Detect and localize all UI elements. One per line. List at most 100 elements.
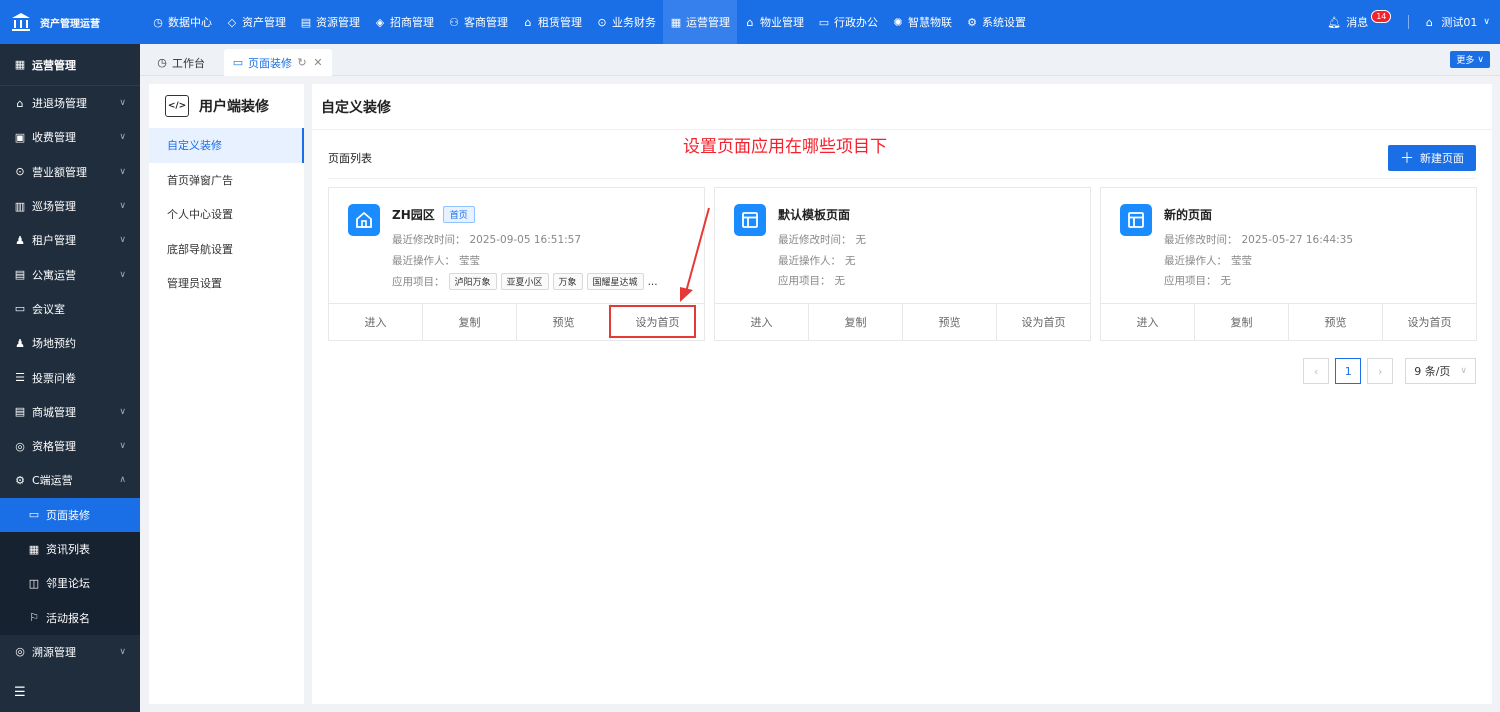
chevron-down-icon[interactable]: ∨ (1483, 17, 1490, 27)
gear-icon: ⚙ (15, 473, 25, 487)
iot-icon: ✺ (893, 15, 903, 29)
sidebar-subitem-forum[interactable]: ◫ 邻里论坛 (0, 566, 140, 601)
nav-data-center[interactable]: ◷ 数据中心 (145, 0, 219, 44)
user-icon: ♟ (15, 336, 25, 350)
divider (1408, 15, 1410, 29)
house-icon: ⌂ (746, 15, 754, 29)
badge-icon: ◎ (15, 439, 25, 453)
monitor-icon: ▭ (14, 302, 26, 316)
app-title: 资产管理运营 (40, 18, 100, 30)
close-icon[interactable]: ✕ (312, 56, 324, 69)
bank-icon: ⌂ (1425, 15, 1433, 29)
page-size-select[interactable]: 9 条/页 ∨ (1405, 358, 1476, 384)
sidebar-item-qualification[interactable]: ◎ 资格管理 ∨ (0, 429, 140, 463)
layout-icon: ▭ (232, 56, 244, 69)
main-content: 自定义装修 设置页面应用在哪些项目下 页面列表 ＋ 新建页面 ZH园区 首页 最… (312, 84, 1492, 704)
map-icon: ▥ (14, 199, 26, 213)
sidebar-item-mall[interactable]: ▤ 商城管理 ∨ (0, 395, 140, 429)
tab-workbench[interactable]: ◷ 工作台 (148, 49, 213, 76)
messages-link[interactable]: 消息 (1346, 14, 1368, 30)
sidebar-item-traceability[interactable]: ◎ 溯源管理 ∨ (0, 635, 140, 669)
bank-icon (12, 13, 30, 31)
chevron-down-icon: ∨ (119, 269, 126, 280)
menu-personal-center[interactable]: 个人中心设置 (149, 197, 304, 232)
target-icon: ◎ (15, 645, 25, 659)
nav-system-settings[interactable]: ⚙ 系统设置 (959, 0, 1033, 44)
chevron-down-icon: ∨ (119, 406, 126, 417)
sidebar-item-fee[interactable]: ▣ 收费管理 ∨ (0, 120, 140, 154)
nav-resource-management[interactable]: ▤ 资源管理 (293, 0, 367, 44)
bell-icon[interactable]: 🔔︎ (1327, 16, 1341, 29)
users-icon: ⚇ (449, 15, 459, 29)
nav-admin-office[interactable]: ▭ 行政办公 (811, 0, 885, 44)
page-number[interactable]: 1 (1335, 358, 1362, 384)
pagination: ‹ 1 › 9 条/页 ∨ (1303, 358, 1476, 384)
cube-icon: ◇ (227, 15, 237, 29)
next-page-button[interactable]: › (1367, 358, 1394, 384)
top-right: 🔔︎ 消息 14 ⌂ 测试01 ∨ (1327, 0, 1490, 44)
sidebar-item-apartment[interactable]: ▤ 公寓运营 ∨ (0, 257, 140, 291)
menu-home-popup-ad[interactable]: 首页弹窗广告 (149, 163, 304, 198)
sidebar-item-meeting-room[interactable]: ▭ 会议室 (0, 292, 140, 326)
home-icon: ⌂ (524, 15, 532, 29)
sidebar-item-venue-booking[interactable]: ♟ 场地预约 (0, 326, 140, 360)
chevron-down-icon: ∨ (119, 235, 126, 246)
more-button[interactable]: 更多 ∨ (1450, 51, 1490, 68)
building-icon: ▤ (14, 268, 26, 282)
sidebar-item-vote[interactable]: ☰ 投票问卷 (0, 360, 140, 394)
nav-smart-iot[interactable]: ✺ 智慧物联 (885, 0, 959, 44)
chevron-down-icon: ∨ (119, 166, 126, 177)
top-nav: ◷ 数据中心 ◇ 资产管理 ▤ 资源管理 ◈ 招商管理 ⚇ 客商管理 ⌂ 租赁管理 ⊙ 业务财… (145, 0, 1033, 44)
list-icon: ☰ (15, 371, 25, 385)
annotation-arrow (680, 207, 710, 302)
app-logo[interactable]: 资产管理运营 (0, 0, 140, 44)
money-icon: ⊙ (597, 15, 607, 29)
user-menu[interactable]: 测试01 (1441, 14, 1477, 30)
chevron-down-icon: ∨ (119, 646, 126, 657)
menu-bottom-nav[interactable]: 底部导航设置 (149, 232, 304, 267)
sidebar-item-entry-exit[interactable]: ⌂ 进退场管理 ∨ (0, 86, 140, 120)
sidebar-subitem-page-decoration[interactable]: ▭ 页面装修 (0, 497, 140, 532)
tab-page-decoration[interactable]: ▭ 页面装修 ↻ ✕ (224, 49, 332, 76)
collapse-menu-icon[interactable]: ☰ (14, 685, 26, 700)
chevron-down-icon: ∨ (119, 98, 126, 109)
clock-icon: ◷ (153, 15, 163, 29)
grid-icon: ▦ (670, 15, 682, 29)
code-icon: </> (165, 95, 189, 117)
sidebar-item-revenue[interactable]: ⊙ 营业额管理 ∨ (0, 155, 140, 189)
menu-admin-settings[interactable]: 管理员设置 (149, 266, 304, 301)
grid-icon: ▦ (14, 58, 26, 71)
nav-investment-management[interactable]: ◈ 招商管理 (367, 0, 441, 44)
sidebar-subitem-news-list[interactable]: ▦ 资讯列表 (0, 531, 140, 567)
nav-asset-management[interactable]: ◇ 资产管理 (219, 0, 293, 44)
nav-leasing-management[interactable]: ⌂ 租赁管理 (515, 0, 589, 44)
messages-badge: 14 (1371, 9, 1392, 23)
sidebar-subitem-activity[interactable]: ⚐ 活动报名 (0, 600, 140, 635)
sidebar-item-c-operation[interactable]: ⚙ C端运营 ∧ (0, 463, 140, 497)
chevron-down-icon: ∨ (1477, 54, 1484, 65)
home-icon: ⌂ (16, 96, 24, 110)
chevron-down-icon: ∨ (119, 441, 126, 452)
prev-page-button[interactable]: ‹ (1303, 358, 1330, 384)
building-icon: ▤ (300, 15, 312, 29)
monitor-icon: ▭ (818, 15, 830, 29)
gear-icon: ⚙ (967, 15, 977, 29)
sidebar-item-tenant[interactable]: ♟ 租户管理 ∨ (0, 223, 140, 257)
nav-merchant-management[interactable]: ⚇ 客商管理 (441, 0, 515, 44)
dashboard-icon: ◷ (157, 56, 167, 69)
chevron-down-icon: ∨ (119, 201, 126, 212)
sidebar-title: ▦ 运营管理 (0, 44, 140, 86)
nav-operation-management[interactable]: ▦ 运营管理 (663, 0, 737, 44)
sidebar: ▦ 运营管理 ⌂ 进退场管理 ∨ ▣ 收费管理 ∨ ⊙ 营业额管理 ∨ ▥ 巡场管理 ∨ ♟ 租户… (0, 44, 140, 712)
layout-icon: ▭ (28, 508, 40, 522)
flag-icon: ⚐ (29, 611, 39, 625)
shop-icon: ▤ (14, 405, 26, 419)
sidebar-item-patrol[interactable]: ▥ 巡场管理 ∨ (0, 189, 140, 223)
refresh-icon[interactable]: ↻ (296, 56, 308, 69)
nav-property-management[interactable]: ⌂ 物业管理 (737, 0, 811, 44)
nav-business-finance[interactable]: ⊙ 业务财务 (589, 0, 663, 44)
money-icon: ⊙ (15, 165, 25, 179)
top-bar: 资产管理运营 ◷ 数据中心 ◇ 资产管理 ▤ 资源管理 ◈ 招商管理 ⚇ 客商管理 ⌂ 租赁… (0, 0, 1500, 44)
menu-custom-decoration[interactable]: 自定义装修 (149, 128, 304, 163)
news-icon: ▦ (28, 542, 40, 556)
